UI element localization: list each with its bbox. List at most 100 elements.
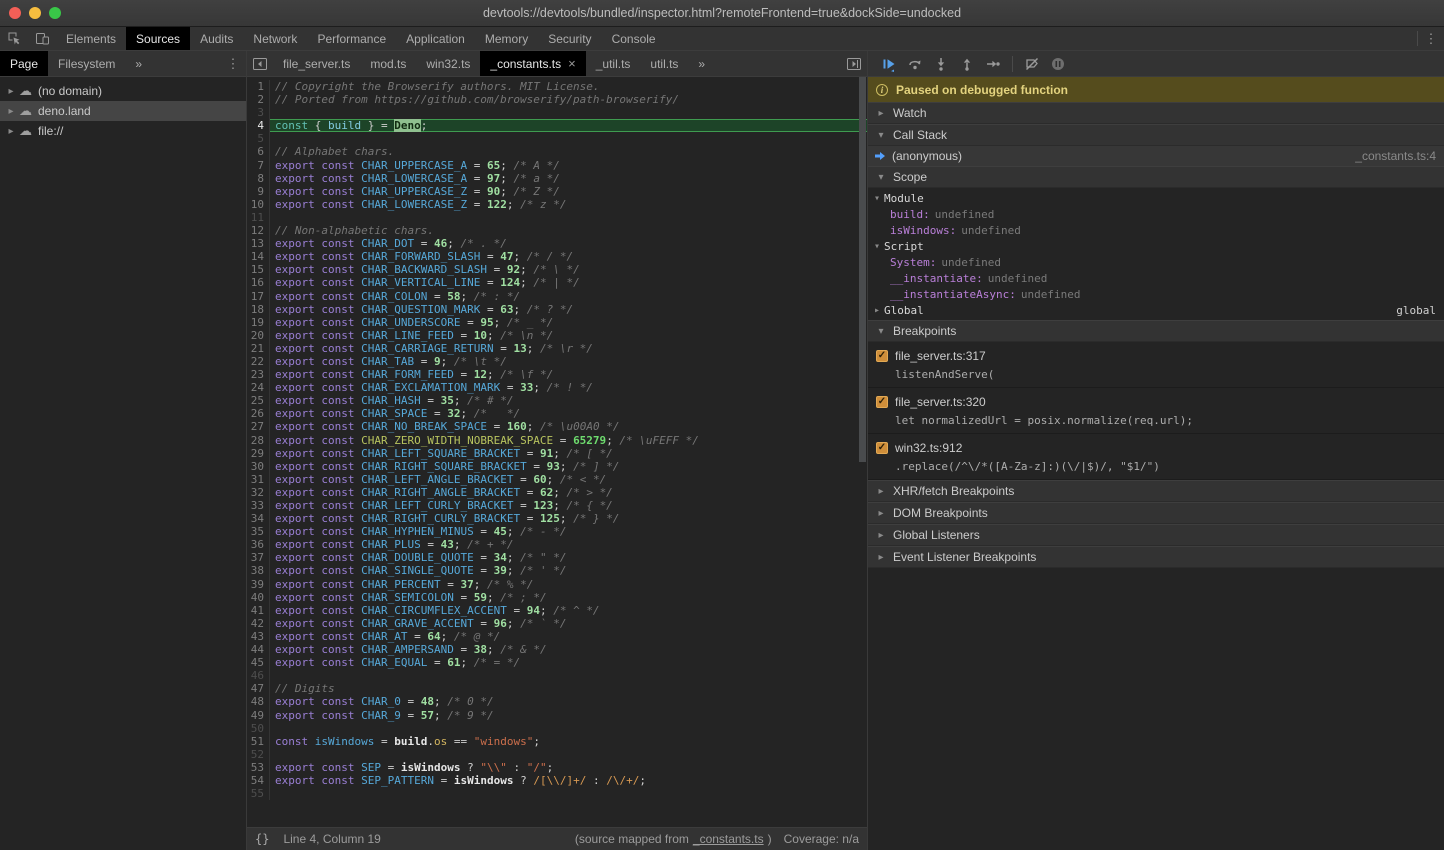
resume-icon[interactable]	[876, 51, 902, 77]
more-menu-icon[interactable]: ⋮	[1418, 27, 1444, 50]
step-icon[interactable]	[980, 51, 1006, 77]
section-scope[interactable]: ▾ Scope	[868, 166, 1444, 188]
line-number[interactable]: 49	[247, 709, 270, 722]
line-number[interactable]: 10	[247, 198, 270, 211]
line-number[interactable]: 17	[247, 290, 270, 303]
source-code-viewer[interactable]: 1// Copyright the Browserify authors. MI…	[247, 77, 867, 827]
editor-scrollbar[interactable]	[859, 77, 866, 462]
line-number[interactable]: 52	[247, 748, 270, 761]
section-global-listeners[interactable]: ▸Global Listeners	[868, 524, 1444, 546]
line-number[interactable]: 50	[247, 722, 270, 735]
hide-navigator-icon[interactable]	[247, 51, 273, 76]
line-number[interactable]: 3	[247, 106, 270, 119]
line-number[interactable]: 39	[247, 578, 270, 591]
breakpoint-checkbox[interactable]: ✓	[876, 442, 888, 454]
line-number[interactable]: 55	[247, 787, 270, 800]
tab-application[interactable]: Application	[396, 27, 475, 50]
pause-on-exceptions-icon[interactable]	[1045, 51, 1071, 77]
line-number[interactable]: 27	[247, 420, 270, 433]
breakpoint-checkbox[interactable]: ✓	[876, 396, 888, 408]
line-number[interactable]: 46	[247, 669, 270, 682]
close-icon[interactable]: ×	[568, 56, 576, 71]
scope-group-global[interactable]: ▸Globalglobal	[868, 302, 1444, 318]
line-number[interactable]: 42	[247, 617, 270, 630]
line-number[interactable]: 30	[247, 460, 270, 473]
editor-tab-file-server-ts[interactable]: file_server.ts	[273, 51, 360, 76]
line-number[interactable]: 12	[247, 224, 270, 237]
source-map-link[interactable]: _constants.ts	[693, 832, 764, 846]
line-number[interactable]: 24	[247, 381, 270, 394]
line-number[interactable]: 23	[247, 368, 270, 381]
line-number[interactable]: 6	[247, 145, 270, 158]
call-stack-frame[interactable]: (anonymous)_constants.ts:4	[868, 146, 1444, 166]
scope-variable[interactable]: __instantiateAsync:undefined	[868, 286, 1444, 302]
line-number[interactable]: 18	[247, 303, 270, 316]
device-toolbar-icon[interactable]	[28, 27, 56, 50]
line-number[interactable]: 25	[247, 394, 270, 407]
line-number[interactable]: 9	[247, 185, 270, 198]
line-number[interactable]: 2	[247, 93, 270, 106]
tab-memory[interactable]: Memory	[475, 27, 538, 50]
scope-variable[interactable]: System:undefined	[868, 254, 1444, 270]
editor-tab-mod-ts[interactable]: mod.ts	[360, 51, 416, 76]
line-number[interactable]: 15	[247, 263, 270, 276]
scope-group-module[interactable]: ▾Module	[868, 190, 1444, 206]
navigator-more-menu-icon[interactable]: ⋮	[220, 51, 246, 76]
line-number[interactable]: 20	[247, 329, 270, 342]
tree-item-file-[interactable]: ▸☁file://	[0, 121, 246, 141]
tab-audits[interactable]: Audits	[190, 27, 243, 50]
section-watch[interactable]: ▸ Watch	[868, 102, 1444, 124]
line-number[interactable]: 32	[247, 486, 270, 499]
editor-tab--util-ts[interactable]: _util.ts	[586, 51, 641, 76]
navigator-overflow-button[interactable]: »	[125, 51, 152, 76]
breakpoint-title[interactable]: ✓file_server.ts:317	[868, 347, 1444, 365]
line-number[interactable]: 47	[247, 682, 270, 695]
line-number[interactable]: 29	[247, 447, 270, 460]
line-number[interactable]: 54	[247, 774, 270, 787]
tab-sources[interactable]: Sources	[126, 27, 190, 50]
line-number[interactable]: 13	[247, 237, 270, 250]
pretty-print-icon[interactable]: {}	[255, 832, 269, 846]
line-number[interactable]: 26	[247, 407, 270, 420]
line-number[interactable]: 28	[247, 434, 270, 447]
scope-group-script[interactable]: ▾Script	[868, 238, 1444, 254]
section-xhr-fetch-breakpoints[interactable]: ▸XHR/fetch Breakpoints	[868, 480, 1444, 502]
editor-tab-util-ts[interactable]: util.ts	[640, 51, 688, 76]
section-call-stack[interactable]: ▾ Call Stack	[868, 124, 1444, 146]
line-number[interactable]: 35	[247, 525, 270, 538]
editor-tab--constants-ts[interactable]: _constants.ts×	[480, 51, 585, 76]
show-debugger-icon[interactable]	[841, 51, 867, 76]
line-number[interactable]: 43	[247, 630, 270, 643]
line-number[interactable]: 5	[247, 132, 270, 145]
tab-performance[interactable]: Performance	[307, 27, 396, 50]
section-breakpoints[interactable]: ▾ Breakpoints	[868, 320, 1444, 342]
inspect-icon[interactable]	[0, 27, 28, 50]
editor-tabs-overflow-button[interactable]: »	[688, 51, 715, 76]
deactivate-breakpoints-icon[interactable]	[1019, 51, 1045, 77]
line-number[interactable]: 14	[247, 250, 270, 263]
scope-variable[interactable]: isWindows:undefined	[868, 222, 1444, 238]
line-number[interactable]: 11	[247, 211, 270, 224]
tree-item-deno-land[interactable]: ▸☁deno.land	[0, 101, 246, 121]
tab-security[interactable]: Security	[538, 27, 601, 50]
line-number[interactable]: 33	[247, 499, 270, 512]
line-number[interactable]: 38	[247, 564, 270, 577]
breakpoint-checkbox[interactable]: ✓	[876, 350, 888, 362]
line-number[interactable]: 36	[247, 538, 270, 551]
line-number[interactable]: 31	[247, 473, 270, 486]
section-event-listener-breakpoints[interactable]: ▸Event Listener Breakpoints	[868, 546, 1444, 568]
line-number[interactable]: 45	[247, 656, 270, 669]
line-number[interactable]: 21	[247, 342, 270, 355]
navigator-tab-page[interactable]: Page	[0, 51, 48, 76]
line-number[interactable]: 51	[247, 735, 270, 748]
line-number[interactable]: 37	[247, 551, 270, 564]
step-into-icon[interactable]	[928, 51, 954, 77]
line-number[interactable]: 19	[247, 316, 270, 329]
line-number[interactable]: 8	[247, 172, 270, 185]
line-number[interactable]: 16	[247, 276, 270, 289]
breakpoint-title[interactable]: ✓win32.ts:912	[868, 439, 1444, 457]
line-number[interactable]: 1	[247, 80, 270, 93]
tab-network[interactable]: Network	[243, 27, 307, 50]
line-number[interactable]: 7	[247, 159, 270, 172]
line-number[interactable]: 34	[247, 512, 270, 525]
